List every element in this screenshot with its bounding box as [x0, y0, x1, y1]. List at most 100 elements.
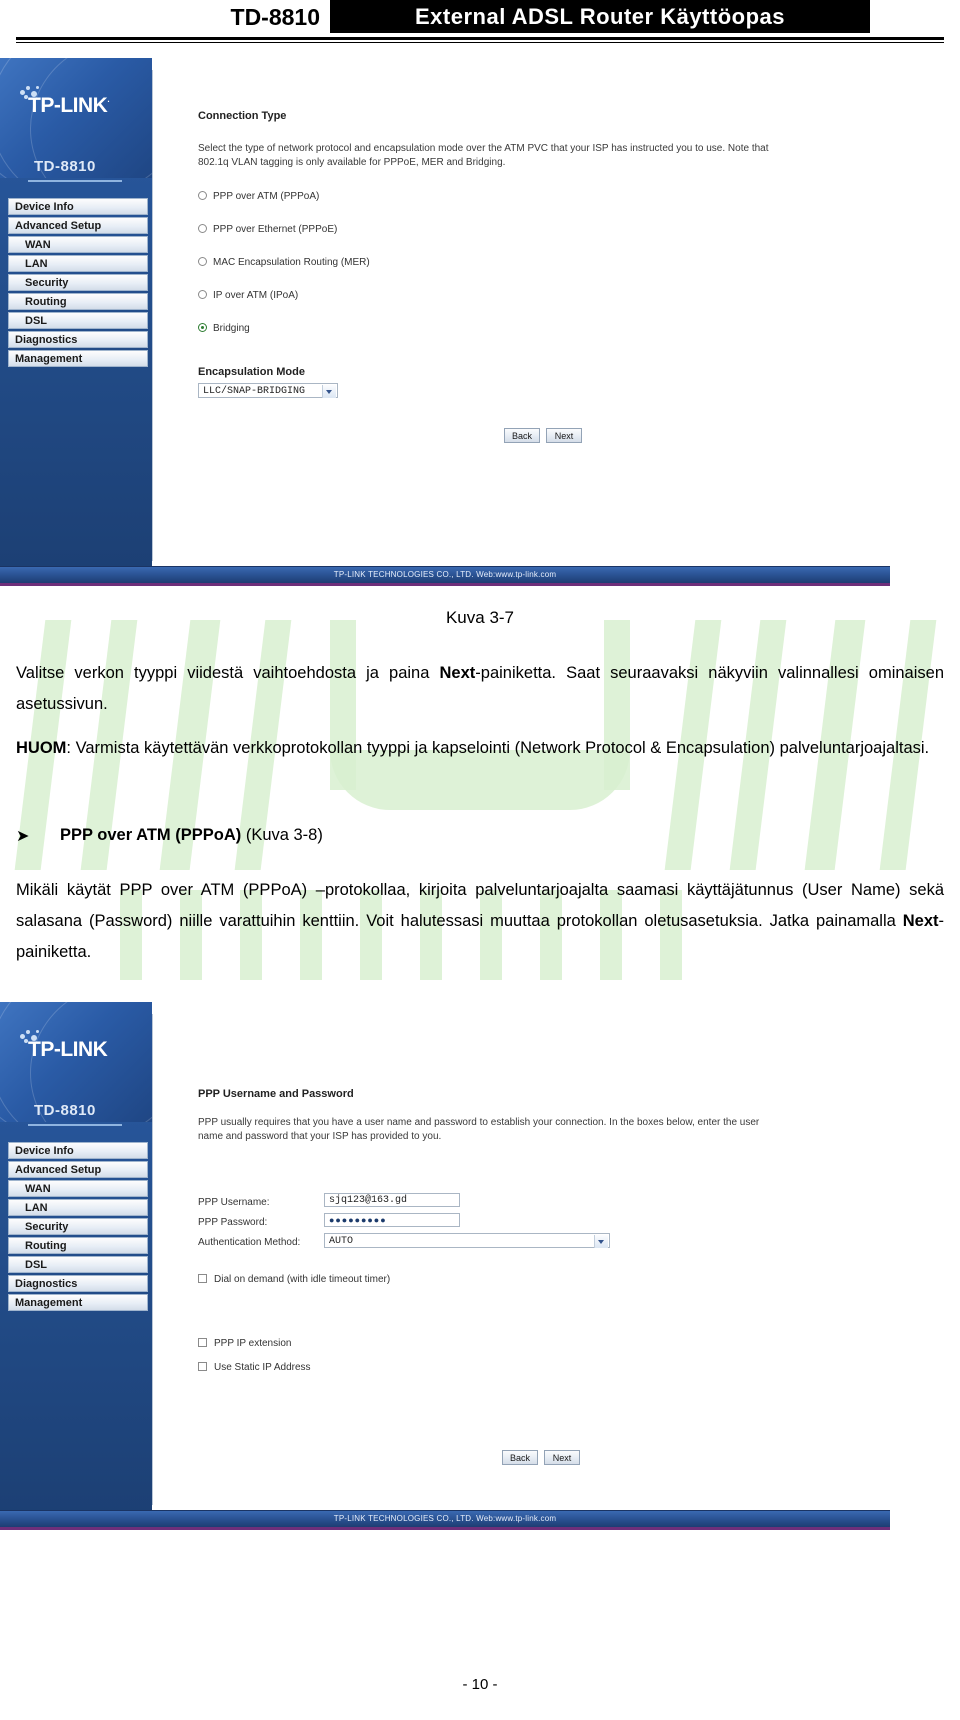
bullet-text-pppoa: PPP over ATM (PPPoA) (Kuva 3-8) [60, 826, 323, 845]
paragraph-pppoa-instructions: Mikäli käytät PPP over ATM (PPPoA) –prot… [16, 875, 944, 968]
model-underline-1 [28, 180, 122, 182]
sidebar-item-dsl[interactable]: DSL [8, 312, 148, 329]
sidebar-item-device-info[interactable]: Device Info [8, 198, 148, 215]
router-ui-screenshot-connection-type: TP-LINK· TD-8810 Device Info Advanced Set… [0, 58, 890, 586]
huom-label: HUOM [16, 739, 67, 757]
ppp-password-label: PPP Password: [198, 1217, 268, 1228]
page-header: TD-8810 External ADSL Router Käyttöopas [0, 0, 960, 46]
radio-label-pppoe: PPP over Ethernet (PPPoE) [213, 224, 338, 235]
radio-option-pppoa[interactable]: PPP over ATM (PPPoA) [198, 191, 319, 202]
chevron-down-icon-encapsulation[interactable] [322, 385, 336, 398]
header-model: TD-8810 [230, 4, 320, 30]
figure-caption-3-7: Kuva 3-7 [445, 608, 515, 627]
encapsulation-mode-value: LLC/SNAP-BRIDGING [203, 386, 306, 397]
device-model-label-1: TD-8810 [34, 158, 96, 175]
radio-option-bridging[interactable]: Bridging [198, 323, 250, 334]
next-button-2[interactable]: Next [544, 1450, 580, 1465]
bullet-figure-ref: (Kuva 3-8) [241, 826, 323, 844]
brand-text-2: TP-LINK [28, 1038, 108, 1061]
sidebar-menu-2[interactable]: Device Info Advanced Setup WAN LAN Security R… [8, 1142, 148, 1313]
radio-label-bridging: Bridging [213, 323, 250, 334]
ppp-password-input[interactable]: ●●●●●●●●● [324, 1213, 460, 1227]
sidebar-item-management[interactable]: Management [8, 1294, 148, 1311]
checkbox-label-use-static-ip: Use Static IP Address [214, 1362, 311, 1373]
checkbox-icon-dial-on-demand[interactable] [198, 1274, 207, 1283]
authentication-method-select[interactable]: AUTO [324, 1233, 610, 1248]
ppp-description-line2: name and password that your ISP has prov… [198, 1131, 442, 1142]
section-title-connection-type: Connection Type [198, 110, 287, 122]
checkbox-label-dial-on-demand: Dial on demand (with idle timeout timer) [214, 1274, 391, 1285]
para3-next-bold: Next [902, 912, 939, 930]
screenshot-footer-bar-1: TP-LINK TECHNOLOGIES CO., LTD. Web:www.t… [0, 566, 890, 583]
sidebar-item-dsl[interactable]: DSL [8, 1256, 148, 1273]
radio-option-pppoe[interactable]: PPP over Ethernet (PPPoE) [198, 224, 337, 235]
tp-link-logo-2: TP-LINK [28, 1038, 108, 1062]
sidebar-item-wan[interactable]: WAN [8, 236, 148, 253]
sidebar-2: TP-LINK TD-8810 Device Info Advanced Setu… [0, 1002, 152, 1527]
paragraph-select-network-type: Valitse verkon tyyppi viidestä vaihtoehd… [16, 658, 944, 720]
sidebar-item-routing[interactable]: Routing [8, 1237, 148, 1254]
radio-icon-pppoe[interactable] [198, 224, 207, 233]
authentication-method-label: Authentication Method: [198, 1237, 301, 1248]
sidebar-menu-1[interactable]: Device Info Advanced Setup WAN LAN Security R… [8, 198, 148, 369]
ppp-username-label: PPP Username: [198, 1197, 270, 1208]
footer-accent-line-1 [0, 583, 890, 586]
model-underline-2 [28, 1124, 122, 1126]
next-button-1[interactable]: Next [546, 428, 582, 443]
device-model-label-2: TD-8810 [34, 1102, 96, 1119]
ppp-username-input[interactable]: sjq123@163.gd [324, 1193, 460, 1207]
router-ui-screenshot-ppp-credentials: TP-LINK TD-8810 Device Info Advanced Setu… [0, 1002, 890, 1530]
bullet-pppoa-heading: ➤ PPP over ATM (PPPoA) (Kuva 3-8) [16, 826, 616, 856]
main-content-2: PPP Username and Password PPP usually re… [152, 1002, 890, 1527]
header-rule-thick [16, 37, 944, 40]
sidebar-item-device-info[interactable]: Device Info [8, 1142, 148, 1159]
sidebar-item-diagnostics[interactable]: Diagnostics [8, 331, 148, 348]
sidebar-item-management[interactable]: Management [8, 350, 148, 367]
encapsulation-mode-label: Encapsulation Mode [198, 366, 305, 378]
sidebar-item-routing[interactable]: Routing [8, 293, 148, 310]
checkbox-use-static-ip[interactable]: Use Static IP Address [198, 1362, 311, 1373]
sidebar-item-advanced-setup[interactable]: Advanced Setup [8, 1161, 148, 1178]
sidebar-item-advanced-setup[interactable]: Advanced Setup [8, 217, 148, 234]
bullet-bold-pppoa: PPP over ATM (PPPoA) [60, 826, 242, 844]
para1-part-a: Valitse verkon tyyppi viidestä vaihtoehd… [16, 664, 440, 682]
trademark-mark-1: · [107, 97, 110, 106]
checkbox-icon-ppp-ip-extension[interactable] [198, 1338, 207, 1347]
sidebar-item-security[interactable]: Security [8, 1218, 148, 1235]
ppp-description-line1: PPP usually requires that you have a use… [198, 1117, 760, 1128]
sidebar-item-lan[interactable]: LAN [8, 1199, 148, 1216]
footer-accent-line-2 [0, 1527, 890, 1530]
radio-option-mer[interactable]: MAC Encapsulation Routing (MER) [198, 257, 370, 268]
radio-label-ipoa: IP over ATM (IPoA) [213, 290, 299, 301]
para2-part-b: : Varmista käytettävän verkkoprotokollan… [66, 739, 930, 757]
brand-text-1: TP-LINK [28, 94, 108, 117]
radio-icon-pppoa[interactable] [198, 191, 207, 200]
radio-icon-mer[interactable] [198, 257, 207, 266]
back-button-2[interactable]: Back [502, 1450, 538, 1465]
header-rule-thin [16, 42, 944, 43]
footer-text-1: TP-LINK TECHNOLOGIES CO., LTD. Web:www.t… [333, 570, 557, 579]
para1-next-bold: Next [439, 664, 476, 682]
section-title-ppp-username-password: PPP Username and Password [198, 1088, 354, 1100]
chevron-down-icon-authentication[interactable] [594, 1235, 608, 1248]
arrow-bullet-icon: ➤ [16, 826, 30, 845]
radio-option-ipoa[interactable]: IP over ATM (IPoA) [198, 290, 298, 301]
radio-icon-ipoa[interactable] [198, 290, 207, 299]
radio-label-mer: MAC Encapsulation Routing (MER) [213, 257, 370, 268]
sidebar-item-diagnostics[interactable]: Diagnostics [8, 1275, 148, 1292]
para3-part-a: Mikäli käytät PPP over ATM (PPPoA) –prot… [16, 881, 944, 930]
radio-icon-bridging-selected[interactable] [198, 323, 207, 332]
sidebar-item-lan[interactable]: LAN [8, 255, 148, 272]
tp-link-logo-1: TP-LINK· [28, 94, 110, 118]
checkbox-label-ppp-ip-extension: PPP IP extension [214, 1338, 292, 1349]
paragraph-note-huom: HUOM: Varmista käytettävän verkkoprotoko… [16, 733, 944, 764]
sidebar-item-wan[interactable]: WAN [8, 1180, 148, 1197]
page-number: - 10 - [462, 1676, 498, 1693]
back-button-1[interactable]: Back [504, 428, 540, 443]
sidebar-item-security[interactable]: Security [8, 274, 148, 291]
sidebar-1: TP-LINK· TD-8810 Device Info Advanced Set… [0, 58, 152, 583]
encapsulation-mode-select[interactable]: LLC/SNAP-BRIDGING [198, 383, 338, 398]
checkbox-dial-on-demand[interactable]: Dial on demand (with idle timeout timer) [198, 1274, 390, 1285]
checkbox-ppp-ip-extension[interactable]: PPP IP extension [198, 1338, 291, 1349]
checkbox-icon-use-static-ip[interactable] [198, 1362, 207, 1371]
